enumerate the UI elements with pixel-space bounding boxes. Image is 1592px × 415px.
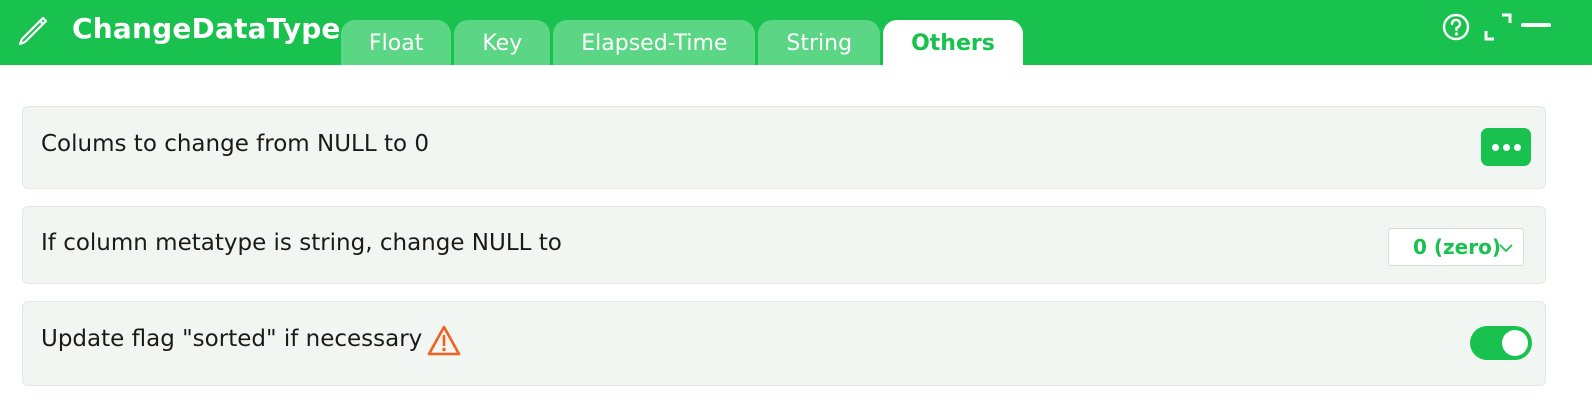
null-replacement-select[interactable]: 0 (zero) (1388, 228, 1524, 266)
pencil-icon (18, 16, 48, 46)
tab-bar: Float Key Elapsed-Time String Others (341, 20, 1023, 65)
sorted-flag-row: Update flag "sorted" if necessary (22, 301, 1546, 386)
minimize-icon[interactable] (1521, 12, 1551, 42)
warning-icon (427, 325, 461, 356)
sorted-flag-label: Update flag "sorted" if necessary (41, 326, 423, 352)
chevron-down-icon (1499, 244, 1513, 253)
select-value: 0 (zero) (1413, 235, 1501, 259)
expand-icon[interactable] (1483, 12, 1513, 42)
tab-key[interactable]: Key (454, 20, 551, 65)
tab-elapsed-time[interactable]: Elapsed-Time (553, 20, 756, 65)
title-bar: ChangeDataType Float Key Elapsed-Time St… (0, 0, 1592, 65)
sorted-flag-toggle[interactable] (1470, 326, 1532, 360)
more-horizontal-icon (1491, 143, 1499, 151)
string-null-row: If column metatype is string, change NUL… (22, 206, 1546, 284)
tab-others[interactable]: Others (883, 20, 1023, 65)
app-title: ChangeDataType (72, 12, 341, 45)
toggle-knob (1502, 330, 1528, 356)
null-to-zero-row: Colums to change from NULL to 0 (22, 106, 1546, 189)
tab-string[interactable]: String (758, 20, 881, 65)
help-icon[interactable] (1441, 12, 1471, 42)
null-to-zero-label: Colums to change from NULL to 0 (41, 131, 430, 157)
column-select-button[interactable] (1481, 128, 1531, 166)
string-null-label: If column metatype is string, change NUL… (41, 230, 562, 256)
tab-float[interactable]: Float (341, 20, 452, 65)
